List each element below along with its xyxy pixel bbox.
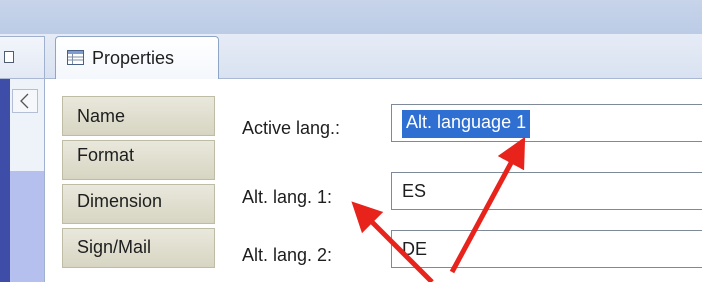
properties-window: Properties Name Format Dimension Sign/Ma… — [0, 0, 702, 282]
window-box-icon — [4, 51, 14, 63]
chevron-left-icon[interactable] — [12, 89, 38, 113]
left-pane-selection — [10, 171, 44, 282]
category-label: Sign/Mail — [77, 237, 152, 257]
properties-table-icon — [67, 50, 84, 65]
category-label: Format — [77, 145, 135, 165]
active-lang-label: Active lang.: — [242, 118, 341, 138]
title-band — [0, 0, 702, 34]
alt-lang1-label: Alt. lang. 1: — [242, 187, 333, 207]
alt-lang2-label: Alt. lang. 2: — [242, 245, 333, 265]
left-pane — [0, 79, 45, 282]
category-dimension[interactable]: Dimension — [62, 184, 215, 224]
category-sign-mail[interactable]: Sign/Mail — [62, 228, 215, 268]
tab-properties-label: Properties — [92, 48, 175, 68]
category-format[interactable]: Format — [62, 140, 215, 180]
alt-lang1-field[interactable] — [391, 172, 702, 210]
category-list: Name Format Dimension Sign/Mail — [62, 96, 215, 272]
category-label: Dimension — [77, 191, 163, 211]
category-label: Name — [77, 106, 126, 126]
left-view-tab[interactable] — [0, 36, 45, 78]
alt-lang2-field[interactable] — [391, 230, 702, 268]
category-name[interactable]: Name — [62, 96, 215, 136]
active-lang-value[interactable]: Alt. language 1 — [402, 110, 531, 138]
tab-properties[interactable]: Properties — [55, 36, 219, 79]
left-pane-edge — [0, 79, 10, 282]
